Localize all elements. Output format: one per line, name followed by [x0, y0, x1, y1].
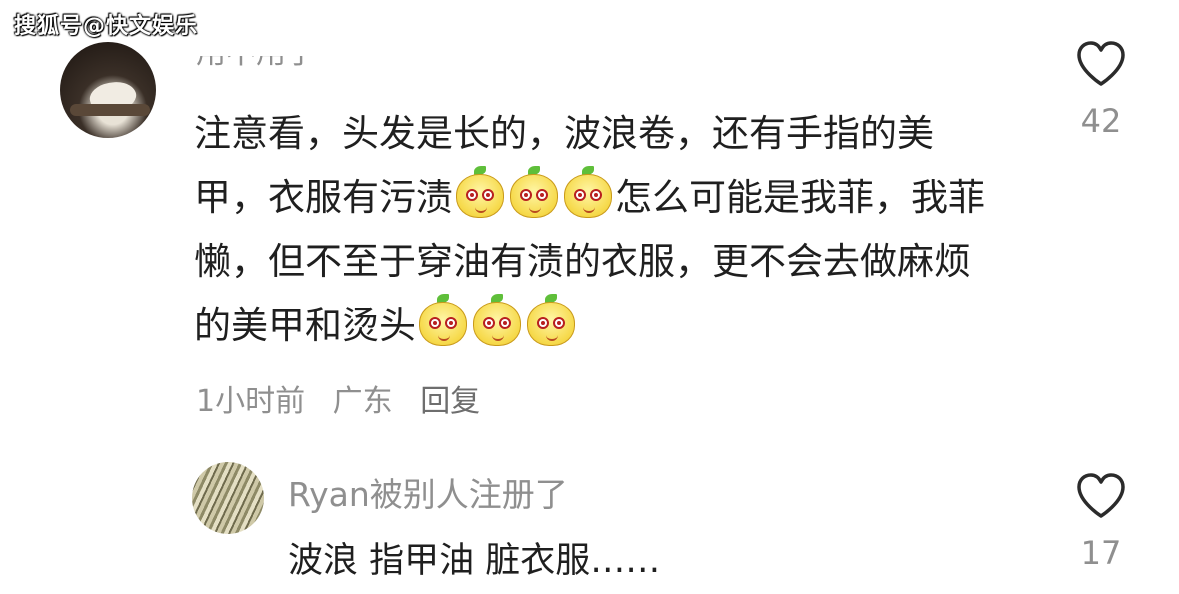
like-count: 17	[1080, 534, 1122, 572]
heart-icon[interactable]	[1075, 40, 1127, 88]
like-button-comment[interactable]: 42	[1061, 40, 1141, 140]
watermark: 搜狐号@快文娱乐	[14, 14, 199, 39]
reply-author-name[interactable]: Ryan被别人注册了	[288, 468, 568, 516]
comment-location: 广东	[332, 384, 393, 419]
pear-emoji-icon	[508, 166, 560, 218]
pear-emoji-icon	[562, 166, 614, 218]
like-count: 42	[1080, 102, 1122, 140]
heart-icon[interactable]	[1075, 472, 1127, 520]
like-button-reply[interactable]: 17	[1061, 472, 1141, 572]
reply-text: 波浪 指甲油 脏衣服……	[288, 541, 661, 581]
pear-emoji-icon	[417, 294, 469, 346]
pear-emoji-icon	[454, 166, 506, 218]
reply-button[interactable]: 回复	[420, 384, 480, 419]
comment-time: 1小时前	[196, 384, 306, 419]
commenter-avatar[interactable]	[60, 42, 156, 138]
pear-emoji-icon	[525, 294, 577, 346]
pear-emoji-icon	[471, 294, 523, 346]
commenter-name[interactable]: 用不用了	[196, 56, 356, 76]
comment-text: 注意看，头发是长的，波浪卷，还有手指的美甲，衣服有污渍 怎么可能是我菲，我菲懒，但…	[194, 102, 1004, 358]
comment-meta: 1小时前 广东 回复	[196, 376, 498, 420]
reply-author-avatar[interactable]	[192, 462, 264, 534]
